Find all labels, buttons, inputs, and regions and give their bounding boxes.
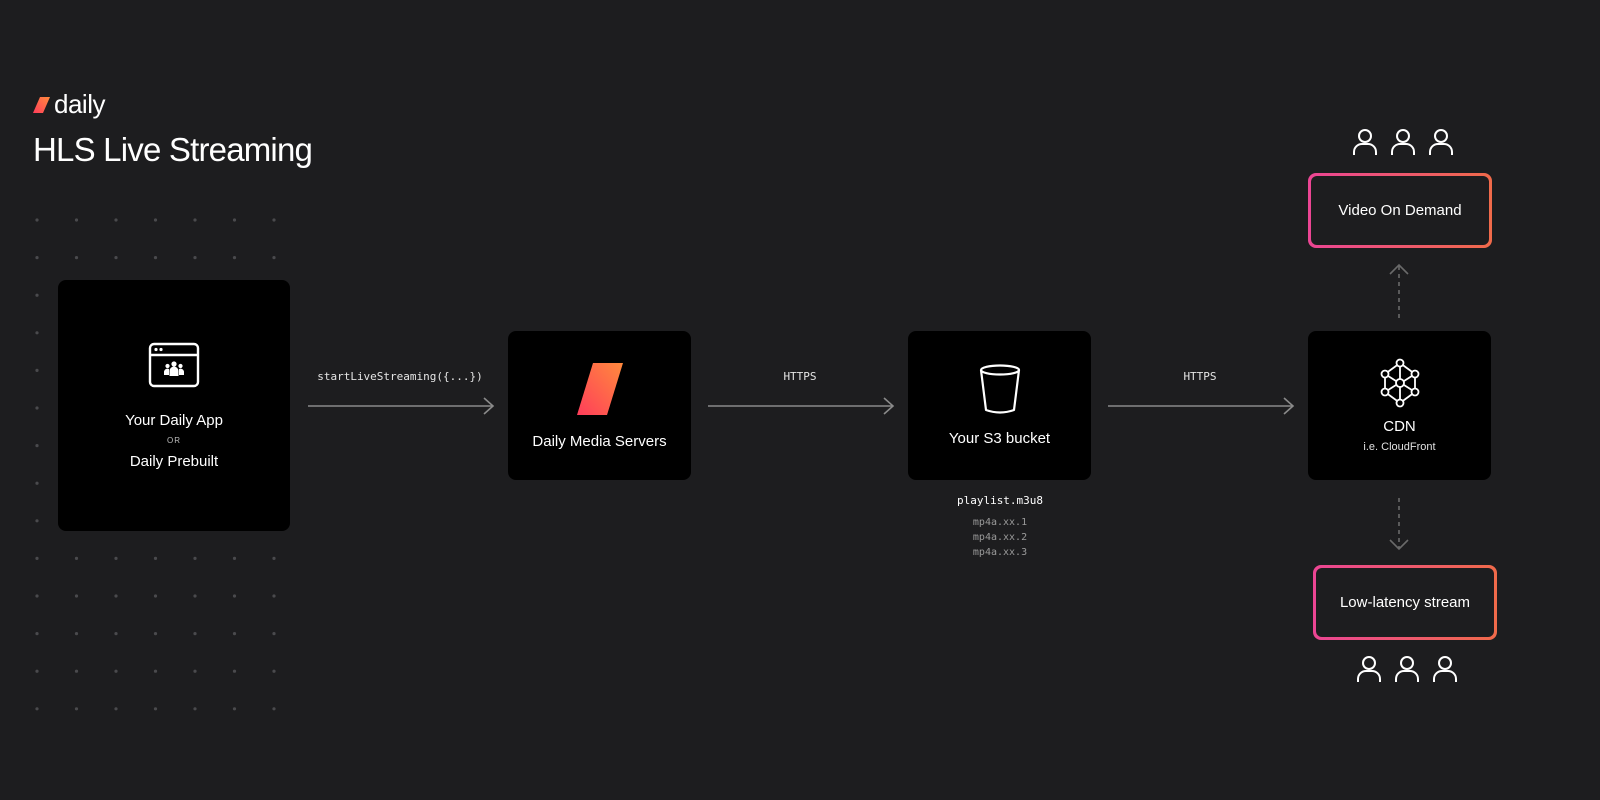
segment-file: mp4a.xx.3	[972, 547, 1028, 558]
vod-viewers	[1352, 128, 1454, 156]
node-low-latency-stream: Low-latency stream	[1313, 565, 1497, 640]
vod-label: Video On Demand	[1311, 176, 1489, 245]
low-latency-label: Low-latency stream	[1316, 568, 1494, 637]
user-icon	[1429, 129, 1453, 155]
user-icon	[1357, 656, 1381, 682]
node-video-on-demand: Video On Demand	[1308, 173, 1492, 248]
segment-file: mp4a.xx.1	[972, 517, 1028, 528]
s3-file-list: playlist.m3u8 mp4a.xx.1 mp4a.xx.2 mp4a.x…	[900, 494, 1100, 560]
user-icon	[1353, 129, 1377, 155]
playlist-file: playlist.m3u8	[956, 494, 1044, 507]
arrow-media-to-s3	[708, 397, 895, 415]
arrow-cdn-to-vod	[1389, 263, 1409, 318]
user-icon	[1433, 656, 1457, 682]
arrow-s3-to-cdn	[1108, 397, 1295, 415]
segment-file: mp4a.xx.2	[972, 532, 1028, 543]
arrow-cdn-to-low-latency	[1389, 498, 1409, 551]
arrow-app-to-media	[308, 397, 495, 415]
low-latency-viewers	[1356, 655, 1458, 683]
user-icon	[1391, 129, 1415, 155]
user-icon	[1395, 656, 1419, 682]
